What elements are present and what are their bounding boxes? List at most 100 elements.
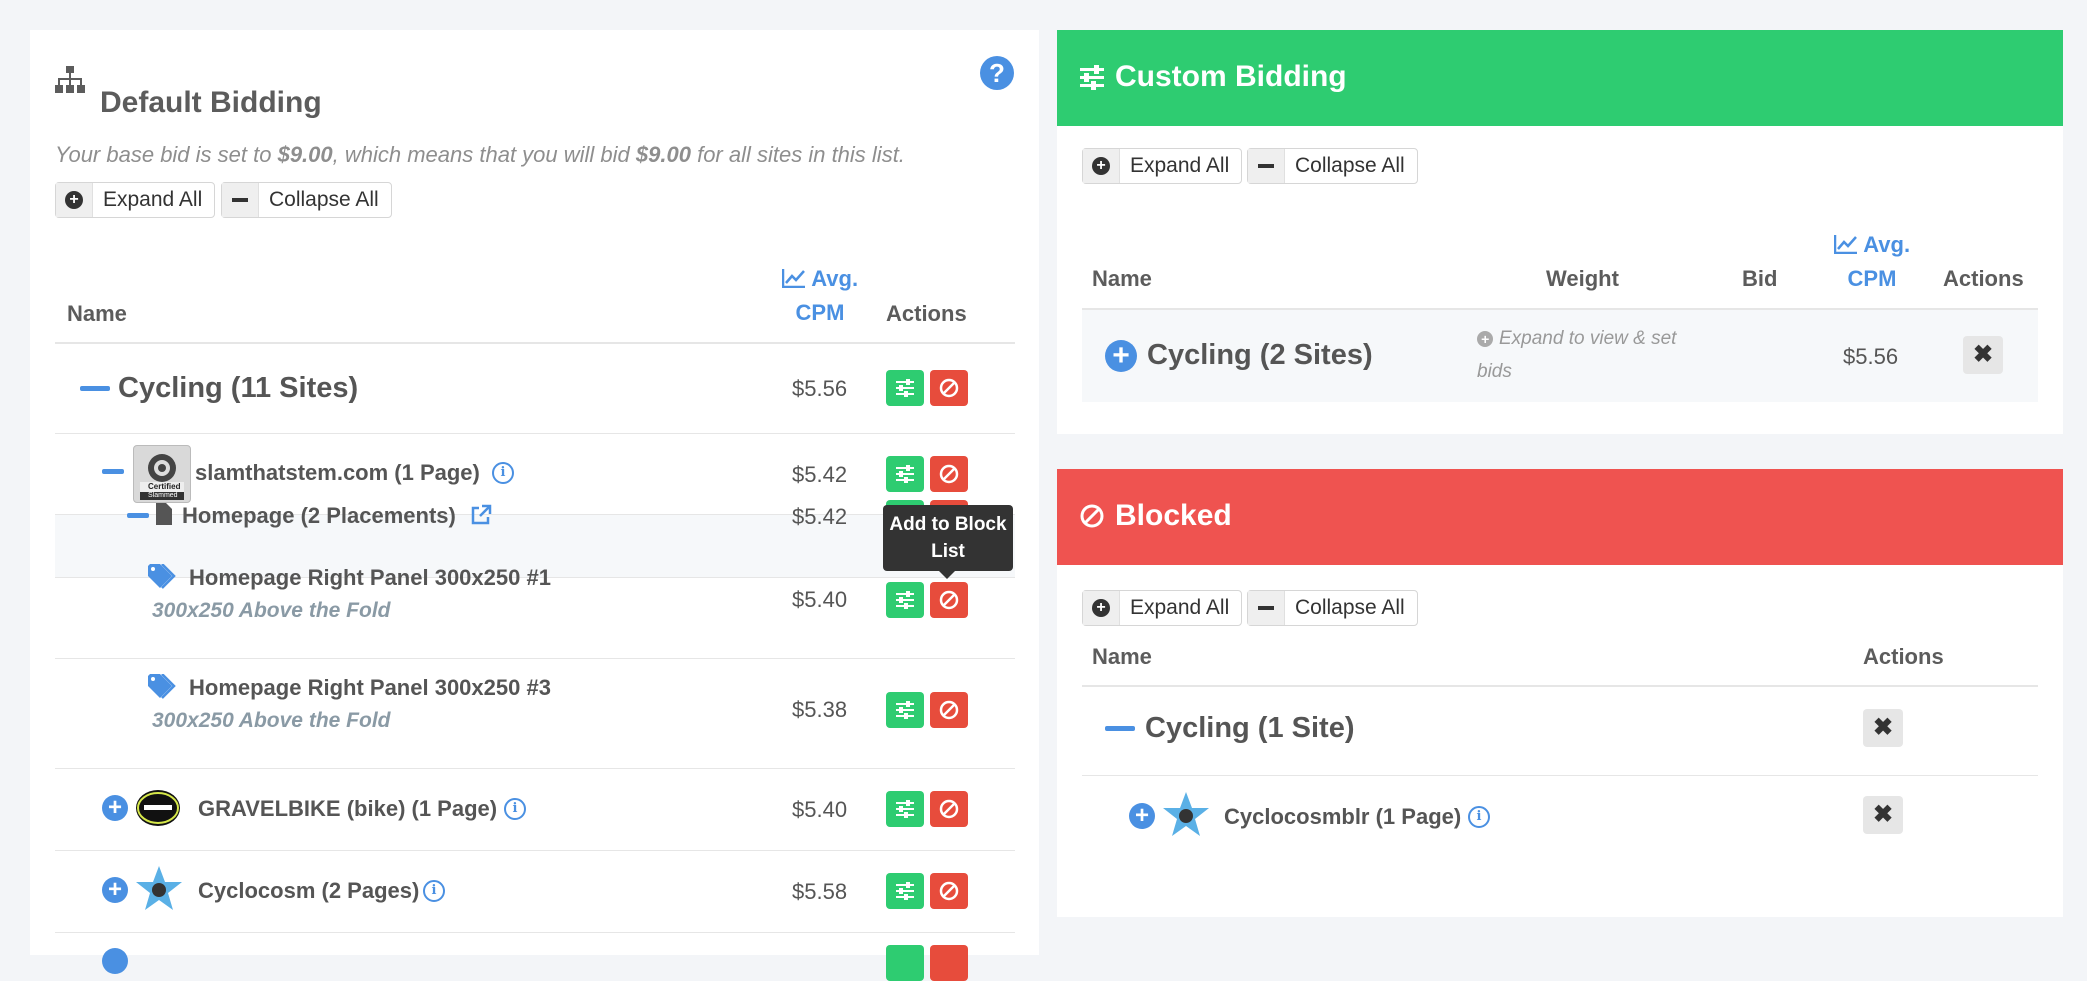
col-avg-cpm[interactable]: Avg. CPM [1827,228,1917,296]
custom-bid-button[interactable] [886,945,924,981]
plus-circle-icon: + [1477,331,1493,347]
placement-name: Homepage Right Panel 300x250 #3 [189,675,551,700]
blocked-header: Blocked [1057,469,2063,565]
placement-name: Homepage Right Panel 300x250 #1 [189,565,551,590]
tags-icon [148,673,180,705]
panel-title: Blocked [1115,499,1232,532]
sliders-icon [896,882,914,900]
sliders-icon [896,379,914,397]
site-name[interactable]: Cyclocosmblr (1 Page) [1224,804,1461,830]
sliders-icon [896,701,914,719]
col-actions: Actions [886,301,967,326]
site-thumbnail: Certified Slammed [133,445,191,503]
group-name: Cycling (1 Site) [1145,712,1355,744]
expand-all-button[interactable]: + Expand All [55,182,216,218]
minus-icon [1258,606,1274,610]
remove-button[interactable]: ✖ [1963,336,2003,374]
plus-circle-icon: + [65,191,83,209]
panel-title: Default Bidding [100,86,322,119]
line-chart-icon [781,266,806,291]
col-bid: Bid [1742,266,1778,291]
block-button[interactable] [930,873,968,909]
block-button[interactable] [930,945,968,981]
site-name[interactable]: slamthatstem.com (1 Page) [195,460,480,486]
site-price: $5.58 [792,879,848,904]
help-icon[interactable]: ? [980,56,1014,90]
info-icon[interactable]: i [423,880,445,902]
collapse-page-icon[interactable] [127,513,149,518]
info-icon[interactable]: i [1468,806,1490,828]
info-icon[interactable]: i [492,462,514,484]
expand-all-button[interactable]: + Expand All [1082,590,1243,626]
placement-size: 300x250 Above the Fold [152,599,391,622]
site-thumbnail [1161,790,1211,842]
tooltip: Add to Block List [883,505,1013,579]
col-avg-cpm[interactable]: Avg. CPM [775,262,865,330]
sliders-icon [896,465,914,483]
tags-icon [148,563,180,595]
panel-title: Custom Bidding [1115,60,1347,93]
sliders-icon [1079,64,1105,98]
collapse-all-button[interactable]: Collapse All [1247,148,1418,184]
collapse-site-icon[interactable] [102,469,124,474]
ban-icon [1079,503,1105,537]
site-price: $5.40 [792,797,848,822]
custom-bid-button[interactable] [886,582,924,618]
site-thumbnail [134,864,184,916]
site-name[interactable]: GRAVELBIKE (bike) (1 Page) [198,796,497,822]
ban-icon [939,590,959,610]
ban-icon [939,700,959,720]
placement-price: $5.38 [792,697,848,722]
sitemap-icon [55,66,85,99]
expand-site-icon[interactable] [102,948,128,974]
expand-all-button[interactable]: + Expand All [1082,148,1243,184]
block-button[interactable] [930,582,968,618]
collapse-group-icon[interactable] [80,386,110,391]
col-name: Name [1092,266,1152,291]
ban-icon [939,881,959,901]
page-price: $5.42 [792,504,848,529]
minus-icon [1258,164,1274,168]
blocked-panel: Blocked + Expand All Collapse All Name A… [1057,469,2063,917]
minus-icon [232,198,248,202]
custom-bid-button[interactable] [886,873,924,909]
line-chart-icon [1833,232,1858,257]
unblock-button[interactable]: ✖ [1863,796,1903,834]
custom-bid-button[interactable] [886,791,924,827]
plus-circle-icon: + [1092,599,1110,617]
block-button[interactable] [930,692,968,728]
site-name[interactable]: Cyclocosm (2 Pages) [198,878,419,904]
site-price: $5.42 [792,462,848,487]
col-weight: Weight [1546,266,1619,291]
ban-icon [939,464,959,484]
external-link-icon[interactable] [470,504,492,531]
info-icon[interactable]: i [504,798,526,820]
expand-site-icon[interactable]: + [1129,803,1155,829]
expand-site-icon[interactable]: + [102,877,128,903]
block-button[interactable] [930,456,968,492]
block-button[interactable] [930,370,968,406]
plus-circle-icon: + [1092,157,1110,175]
block-button[interactable] [930,791,968,827]
placement-size: 300x250 Above the Fold [152,709,391,732]
custom-bid-button[interactable] [886,456,924,492]
base-bid-text: Your base bid is set to $9.00, which mea… [55,142,905,167]
collapse-group-icon[interactable] [1105,726,1135,731]
expand-site-icon[interactable]: + [102,795,128,821]
expand-note: + Expand to view & set bids [1477,328,1677,382]
times-icon: ✖ [1872,714,1894,741]
times-icon: ✖ [1872,801,1894,828]
sliders-icon [896,591,914,609]
unblock-button[interactable]: ✖ [1863,709,1903,747]
custom-bid-button[interactable] [886,692,924,728]
file-icon [156,503,172,530]
col-name: Name [1092,644,1152,669]
expand-group-icon[interactable]: + [1105,340,1137,372]
page-name[interactable]: Homepage (2 Placements) [182,503,456,529]
custom-bid-button[interactable] [886,370,924,406]
col-name: Name [67,301,127,326]
group-name: Cycling (11 Sites) [118,372,359,404]
group-price: $5.56 [792,376,848,401]
collapse-all-button[interactable]: Collapse All [221,182,392,218]
collapse-all-button[interactable]: Collapse All [1247,590,1418,626]
